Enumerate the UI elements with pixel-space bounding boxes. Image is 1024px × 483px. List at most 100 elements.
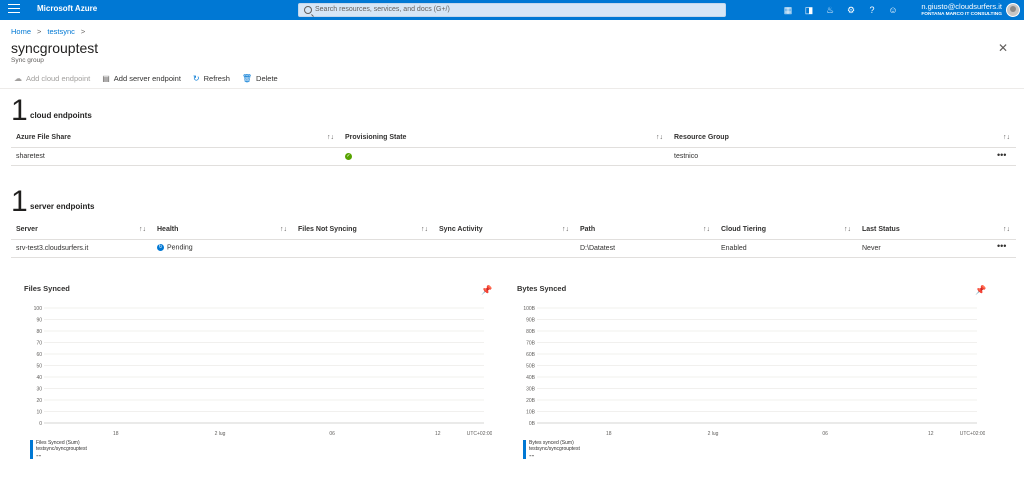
avatar[interactable] bbox=[1006, 3, 1020, 17]
page-subtitle: Sync group bbox=[11, 57, 44, 64]
files-not-syncing-cell bbox=[293, 239, 434, 258]
breadcrumb-testsync[interactable]: testsync bbox=[47, 27, 75, 36]
brand-title[interactable]: Microsoft Azure bbox=[37, 4, 97, 13]
add-server-endpoint-button[interactable]: ▤ Add server endpoint bbox=[102, 74, 181, 83]
global-search-input[interactable]: Search resources, services, and docs (G+… bbox=[298, 3, 726, 17]
feedback-icon[interactable]: ☺ bbox=[888, 5, 898, 15]
breadcrumb-separator: > bbox=[80, 27, 86, 36]
server-endpoints-table: Server ↑↓ Health ↑↓ Files Not Syncing ↑↓ Sy… bbox=[11, 221, 1016, 258]
sort-icon[interactable]: ↑↓ bbox=[844, 226, 851, 233]
add-cloud-endpoint-button[interactable]: ☁ Add cloud endpoint bbox=[14, 74, 90, 83]
refresh-label: Refresh bbox=[203, 74, 230, 83]
column-header-files-not-syncing[interactable]: Files Not Syncing ↑↓ bbox=[293, 221, 434, 240]
y-tick-label: 70 bbox=[36, 341, 42, 347]
provisioning-state-cell: ✓ bbox=[340, 147, 669, 166]
delete-label: Delete bbox=[256, 74, 278, 83]
column-label: Server bbox=[16, 226, 38, 234]
sort-icon[interactable]: ↑↓ bbox=[421, 226, 428, 233]
refresh-button[interactable]: ↻ Refresh bbox=[193, 74, 230, 83]
column-header-last-status[interactable]: Last Status ↑↓ bbox=[857, 221, 1016, 240]
y-tick-label: 100B bbox=[523, 306, 535, 312]
column-header-resource-group[interactable]: Resource Group ↑↓ bbox=[669, 129, 1016, 148]
column-label: Health bbox=[157, 226, 179, 234]
add-server-endpoint-label: Add server endpoint bbox=[113, 74, 181, 83]
breadcrumb-home[interactable]: Home bbox=[11, 27, 31, 36]
y-tick-label: 70B bbox=[526, 341, 536, 347]
pin-icon[interactable]: 📌 bbox=[975, 285, 986, 296]
y-tick-label: 90 bbox=[36, 318, 42, 324]
sort-icon[interactable]: ↑↓ bbox=[280, 226, 287, 233]
breadcrumb-separator: > bbox=[37, 27, 42, 36]
y-tick-label: 60 bbox=[36, 352, 42, 358]
gear-icon[interactable]: ⚙ bbox=[846, 5, 856, 15]
y-tick-label: 0 bbox=[39, 421, 42, 427]
y-tick-label: 40 bbox=[36, 375, 42, 381]
cloud-endpoint-count: 1 bbox=[11, 94, 28, 127]
column-label: Last Status bbox=[862, 226, 900, 234]
server-endpoints-heading: server endpoints bbox=[30, 202, 95, 211]
sort-icon[interactable]: ↑↓ bbox=[703, 226, 710, 233]
sort-icon[interactable]: ↑↓ bbox=[1003, 134, 1010, 141]
y-tick-label: 80 bbox=[36, 329, 42, 335]
page-title: syncgrouptest bbox=[11, 40, 99, 56]
table-header-row: Server ↑↓ Health ↑↓ Files Not Syncing ↑↓ Sy… bbox=[11, 221, 1016, 240]
y-tick-label: 0B bbox=[529, 421, 536, 427]
refresh-icon: ↻ bbox=[192, 74, 200, 83]
x-tick-label: UTC+02:00 bbox=[467, 431, 492, 437]
column-label: Cloud Tiering bbox=[721, 226, 766, 234]
cloud-add-icon: ☁ bbox=[14, 74, 22, 83]
x-tick-label: 12 bbox=[928, 431, 934, 437]
column-label: Provisioning State bbox=[345, 134, 407, 142]
column-header-path[interactable]: Path ↑↓ bbox=[575, 221, 716, 240]
x-tick-label: 18 bbox=[606, 431, 612, 437]
sort-icon[interactable]: ↑↓ bbox=[1003, 226, 1010, 233]
y-tick-label: 90B bbox=[526, 318, 536, 324]
directory-filter-icon[interactable]: ◨ bbox=[804, 5, 814, 15]
breadcrumb: Home > testsync > bbox=[11, 27, 85, 36]
column-header-cloud-tiering[interactable]: Cloud Tiering ↑↓ bbox=[716, 221, 857, 240]
y-tick-label: 50B bbox=[526, 364, 536, 370]
column-header-azure-file-share[interactable]: Azure File Share ↑↓ bbox=[11, 129, 340, 148]
column-header-health[interactable]: Health ↑↓ bbox=[152, 221, 293, 240]
command-bar: ☁ Add cloud endpoint ▤ Add server endpoi… bbox=[14, 74, 278, 83]
files-synced-legend: Files Synced (Sum) testsync/syncgrouptes… bbox=[30, 440, 87, 460]
cloud-shell-icon[interactable]: ▦ bbox=[783, 5, 793, 15]
y-tick-label: 60B bbox=[526, 352, 536, 358]
help-icon[interactable]: ? bbox=[867, 5, 877, 15]
pin-icon[interactable]: 📌 bbox=[481, 285, 492, 296]
y-tick-label: 10 bbox=[36, 410, 42, 416]
y-tick-label: 10B bbox=[526, 410, 536, 416]
hamburger-menu-icon[interactable] bbox=[8, 4, 20, 16]
column-header-sync-activity[interactable]: Sync Activity ↑↓ bbox=[434, 221, 575, 240]
sort-icon[interactable]: ↑↓ bbox=[327, 134, 334, 141]
bell-icon[interactable]: ♨ bbox=[825, 5, 835, 15]
y-tick-label: 20 bbox=[36, 398, 42, 404]
table-row[interactable]: srv-test3.cloudsurfers.it ↻ Pending D:\Da… bbox=[11, 239, 1016, 258]
files-synced-chart: 100908070605040302010018 2 lug 06 12 UTC+02:… bbox=[34, 306, 492, 437]
sync-activity-cell bbox=[434, 239, 575, 258]
success-check-icon: ✓ bbox=[345, 153, 352, 160]
row-more-actions-icon[interactable]: ••• bbox=[997, 241, 1006, 251]
y-tick-label: 30 bbox=[36, 387, 42, 393]
table-header-row: Azure File Share ↑↓ Provisioning State ↑↓ … bbox=[11, 129, 1016, 148]
bytes-synced-chart: 100B 90B 80B 70B 60B 50B 40B 30B 20B 10B 0B 18 2 lug… bbox=[523, 306, 985, 437]
sort-icon[interactable]: ↑↓ bbox=[562, 226, 569, 233]
x-tick-label: 2 lug bbox=[708, 431, 719, 437]
sort-icon[interactable]: ↑↓ bbox=[656, 134, 663, 141]
close-icon[interactable]: ✕ bbox=[998, 41, 1008, 55]
top-icons: ▦ ◨ ♨ ⚙ ? ☺ bbox=[783, 5, 898, 15]
server-cell[interactable]: srv-test3.cloudsurfers.it bbox=[11, 239, 152, 258]
column-header-provisioning-state[interactable]: Provisioning State ↑↓ bbox=[340, 129, 669, 148]
y-tick-label: 30B bbox=[526, 387, 536, 393]
column-header-server[interactable]: Server ↑↓ bbox=[11, 221, 152, 240]
column-label: Files Not Syncing bbox=[298, 226, 357, 234]
table-row[interactable]: sharetest ✓ testnico bbox=[11, 147, 1016, 166]
account-info[interactable]: n.giusto@cloudsurfers.it FONTANA MARCO I… bbox=[921, 3, 1002, 19]
y-tick-label: 20B bbox=[526, 398, 536, 404]
azure-file-share-cell[interactable]: sharetest bbox=[11, 147, 340, 166]
row-more-actions-icon[interactable]: ••• bbox=[997, 150, 1006, 160]
bytes-synced-chart-title: Bytes Synced bbox=[517, 284, 567, 293]
sort-icon[interactable]: ↑↓ bbox=[139, 226, 146, 233]
delete-button[interactable]: 🗑 Delete bbox=[242, 74, 278, 83]
y-tick-label: 50 bbox=[36, 364, 42, 370]
